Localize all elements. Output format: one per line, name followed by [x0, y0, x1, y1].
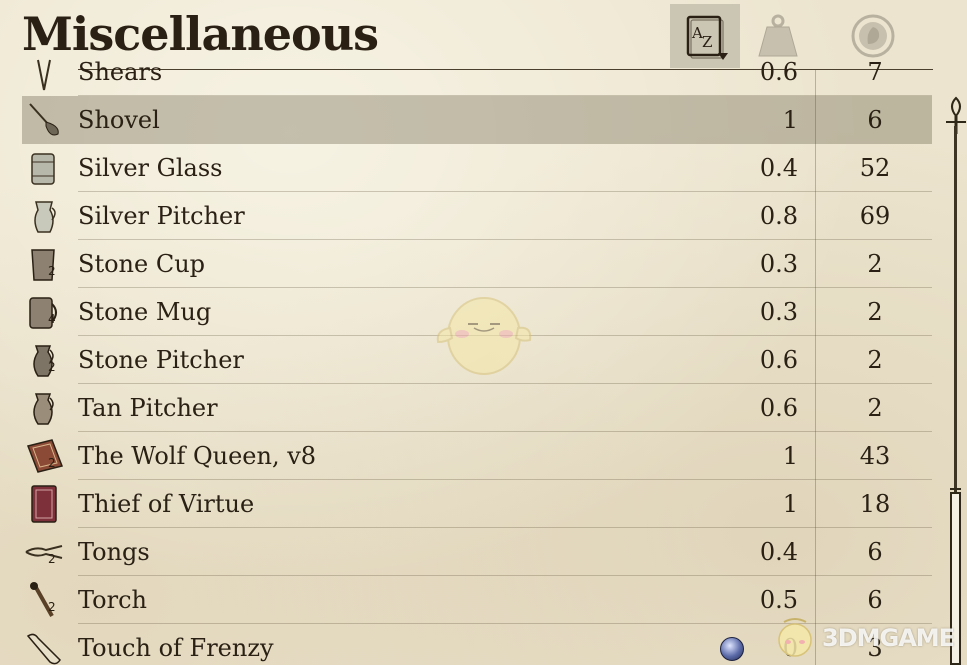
item-value: 6 [867, 106, 883, 134]
book-icon [24, 484, 64, 524]
scrollbar[interactable] [944, 96, 967, 665]
item-weight: 0.6 [759, 394, 798, 422]
item-row-tongs[interactable]: 2 Tongs 0.4 6 [22, 528, 932, 576]
item-quantity: 2 [48, 600, 56, 614]
item-name: Silver Pitcher [78, 202, 245, 230]
pitcher-icon [24, 388, 64, 428]
item-name: Tongs [78, 538, 150, 566]
item-name: Torch [78, 586, 147, 614]
torch-icon [24, 580, 64, 620]
watermark-mascot-icon [432, 290, 536, 382]
item-value: 2 [867, 250, 883, 278]
item-quantity: 2 [48, 360, 56, 374]
item-weight: 0.8 [759, 202, 798, 230]
scroll-icon [24, 628, 64, 665]
item-value: 6 [867, 538, 883, 566]
item-name: Thief of Virtue [78, 490, 255, 518]
item-name: Shovel [78, 106, 160, 134]
item-weight: 0.6 [759, 346, 798, 374]
item-name: Silver Glass [78, 154, 223, 182]
item-value: 7 [867, 58, 883, 86]
tongs-icon [24, 532, 64, 572]
item-quantity: 4 [48, 312, 56, 326]
watermark-text: 3DMGAME [822, 624, 955, 652]
item-value: 69 [859, 202, 891, 230]
item-name: Stone Mug [78, 298, 212, 326]
item-row-the-wolf-queen-v8[interactable]: 2 The Wolf Queen, v8 1 43 [22, 432, 932, 480]
item-row-silver-pitcher[interactable]: Silver Pitcher 0.8 69 [22, 192, 932, 240]
pitcher-icon [24, 340, 64, 380]
item-weight: 0.4 [759, 538, 798, 566]
item-weight: 1 [782, 442, 798, 470]
glass-icon [24, 148, 64, 188]
item-weight: 1 [782, 490, 798, 518]
item-row-shears[interactable]: Shears 0.6 7 [22, 48, 932, 96]
shears-icon [24, 52, 64, 92]
item-row-silver-glass[interactable]: Silver Glass 0.4 52 [22, 144, 932, 192]
item-name: Shears [78, 58, 163, 86]
item-weight: 0.4 [759, 154, 798, 182]
item-name: Tan Pitcher [78, 394, 218, 422]
item-row-tan-pitcher[interactable]: Tan Pitcher 0.6 2 [22, 384, 932, 432]
item-value: 2 [867, 298, 883, 326]
item-quantity: 2 [48, 264, 56, 278]
shovel-icon [24, 100, 64, 140]
item-value: 2 [867, 394, 883, 422]
item-row-shovel[interactable]: Shovel 1 6 [22, 96, 932, 144]
item-quantity: 2 [48, 456, 56, 470]
column-divider [815, 70, 816, 665]
item-value: 43 [859, 442, 891, 470]
item-value: 52 [859, 154, 891, 182]
item-quantity: 2 [48, 552, 56, 566]
scroll-tick [950, 488, 961, 490]
item-row-stone-cup[interactable]: 2 Stone Cup 0.3 2 [22, 240, 932, 288]
item-weight: 0.3 [759, 298, 798, 326]
item-name: The Wolf Queen, v8 [78, 442, 317, 470]
item-row-thief-of-virtue[interactable]: Thief of Virtue 1 18 [22, 480, 932, 528]
pitcher-icon [24, 196, 64, 236]
mug-icon [24, 292, 64, 332]
item-name: Stone Cup [78, 250, 206, 278]
watermark-logo-icon [778, 618, 812, 657]
item-name: Touch of Frenzy [78, 634, 274, 662]
book-icon [24, 436, 64, 476]
item-weight: 0.6 [759, 58, 798, 86]
item-value: 2 [867, 346, 883, 374]
item-weight: 1 [782, 106, 798, 134]
item-weight: 0.3 [759, 250, 798, 278]
item-name: Stone Pitcher [78, 346, 244, 374]
cup-icon [24, 244, 64, 284]
watermark: 3DMGAME [772, 614, 962, 662]
item-value: 18 [859, 490, 891, 518]
